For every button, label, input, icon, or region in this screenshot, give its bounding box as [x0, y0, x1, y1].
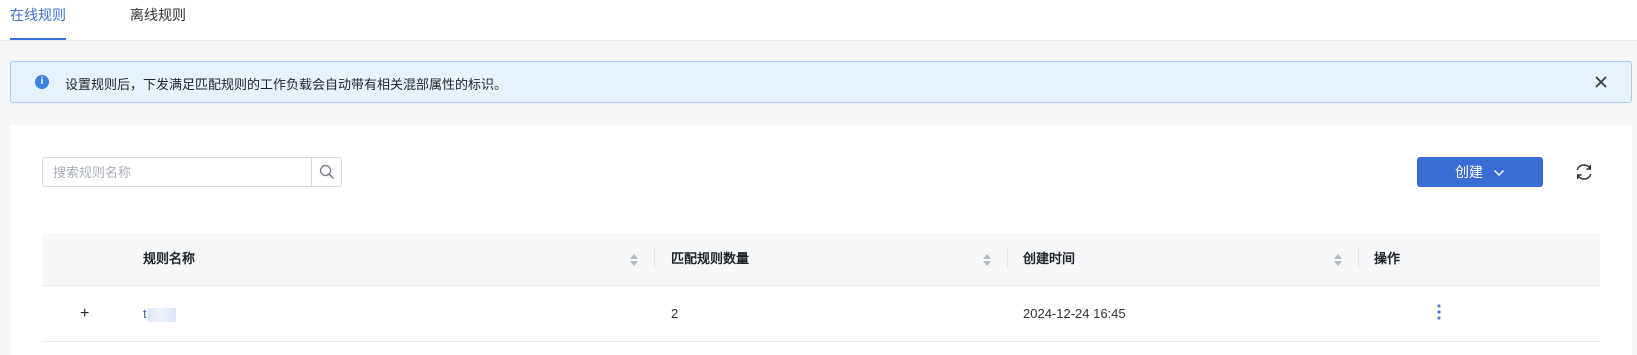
table-header: 规则名称 匹配规则数量 创建时间 操作: [42, 233, 1600, 286]
tab-online-rules[interactable]: 在线规则: [10, 0, 66, 40]
close-icon[interactable]: [1593, 74, 1609, 90]
search-icon: [319, 164, 335, 180]
rule-name-cell: t: [143, 286, 176, 341]
sort-icon[interactable]: [629, 253, 639, 267]
created-time-cell: 2024-12-24 16:45: [1023, 306, 1126, 321]
redacted-text: [147, 307, 176, 322]
rule-name-link[interactable]: t: [143, 306, 147, 321]
column-divider: [654, 249, 655, 269]
info-icon: i: [35, 75, 49, 89]
alert-message: 设置规则后，下发满足匹配规则的工作负载会自动带有相关混部属性的标识。: [65, 77, 508, 92]
column-header-actions: 操作: [1374, 251, 1401, 266]
column-divider: [1358, 249, 1359, 269]
column-header-created-time: 创建时间: [1023, 251, 1076, 266]
refresh-icon: [1576, 164, 1592, 180]
column-header-match-count: 匹配规则数量: [671, 251, 750, 266]
tab-bar: 在线规则 离线规则: [0, 0, 1637, 41]
chevron-down-icon: [1493, 170, 1504, 177]
search-box: [42, 157, 342, 187]
expand-row-button[interactable]: +: [80, 286, 89, 341]
refresh-button[interactable]: [1572, 160, 1596, 184]
sort-icon[interactable]: [982, 253, 992, 267]
create-button-label: 创建: [1455, 164, 1484, 180]
create-button[interactable]: 创建: [1417, 157, 1543, 187]
tab-offline-rules[interactable]: 离线规则: [130, 0, 186, 40]
search-input[interactable]: [43, 158, 301, 186]
sort-icon[interactable]: [1333, 253, 1343, 267]
more-actions-icon[interactable]: [1437, 304, 1441, 320]
column-header-rule-name: 规则名称: [143, 251, 196, 266]
table-row: + t 2 2024-12-24 16:45: [42, 286, 1600, 342]
rules-panel: 创建 规则名称 匹配规则数量 创建时间: [10, 125, 1632, 355]
search-button[interactable]: [311, 158, 341, 186]
column-divider: [1007, 249, 1008, 269]
match-count-cell: 2: [671, 306, 679, 321]
info-alert: i 设置规则后，下发满足匹配规则的工作负载会自动带有相关混部属性的标识。: [10, 61, 1632, 103]
rules-table: 规则名称 匹配规则数量 创建时间 操作 + t 2 2024-12-24 16:…: [42, 233, 1600, 342]
